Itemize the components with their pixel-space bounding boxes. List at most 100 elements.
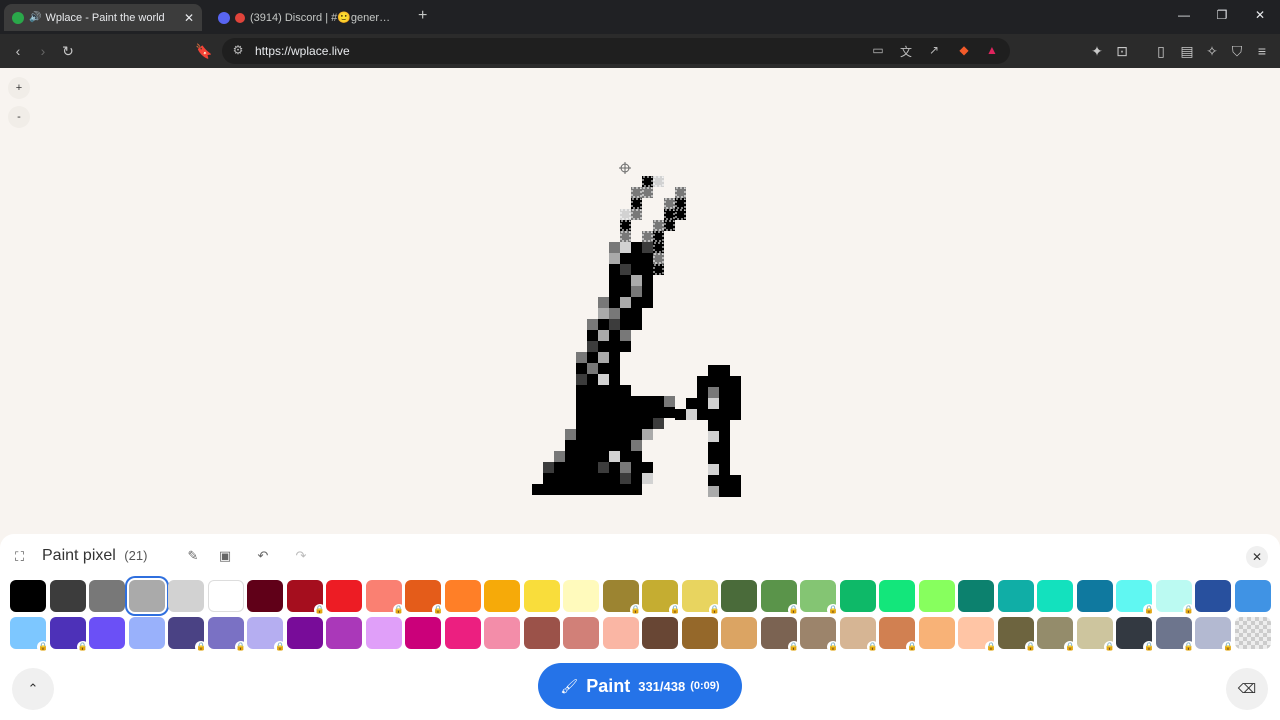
color-swatch[interactable] [563, 580, 599, 612]
color-swatch[interactable]: 🔒 [1116, 617, 1155, 653]
color-swatch[interactable]: 🔒 [800, 580, 839, 616]
color-swatch[interactable] [89, 617, 125, 649]
color-swatch[interactable] [286, 617, 323, 649]
share-icon[interactable]: ↗ [926, 43, 942, 57]
color-swatch[interactable] [642, 617, 678, 649]
color-swatch[interactable] [326, 617, 362, 649]
color-swatch[interactable]: 🔒 [207, 617, 247, 653]
tab-wplace[interactable]: 🔊 Wplace - Paint the world ✕ [4, 4, 202, 31]
color-swatch[interactable]: 🔒 [760, 580, 800, 616]
color-swatch[interactable]: 🔒 [247, 617, 286, 653]
expand-icon[interactable]: ⛶ [15, 549, 33, 564]
color-swatch[interactable] [1037, 580, 1073, 612]
color-swatch[interactable] [997, 580, 1034, 612]
color-swatch[interactable]: 🔒 [1195, 617, 1234, 653]
color-swatch[interactable] [89, 580, 125, 612]
eraser-button[interactable]: ⌫ [1226, 668, 1268, 710]
color-swatch[interactable]: 🔒 [1155, 580, 1195, 616]
color-swatch[interactable] [128, 617, 165, 649]
color-swatch[interactable]: 🔒 [642, 580, 681, 616]
color-swatch[interactable] [207, 580, 244, 612]
color-swatch[interactable] [918, 580, 955, 612]
color-swatch[interactable]: 🔒 [760, 617, 800, 653]
color-swatch[interactable] [484, 617, 520, 649]
color-swatch[interactable]: 🔒 [800, 617, 839, 653]
leo-ai-icon[interactable]: ✧ [1203, 42, 1221, 60]
color-swatch[interactable] [602, 617, 639, 649]
color-swatch[interactable] [523, 580, 560, 612]
color-swatch[interactable] [484, 580, 520, 612]
color-swatch[interactable] [721, 580, 757, 612]
back-icon[interactable]: ‹ [9, 42, 27, 60]
color-swatch[interactable]: 🔒 [958, 617, 997, 653]
collapse-button[interactable]: ⌃ [12, 668, 54, 710]
color-swatch[interactable]: 🔒 [1076, 617, 1116, 653]
color-swatch[interactable] [918, 617, 955, 649]
forward-icon[interactable]: › [34, 42, 52, 60]
site-settings-icon[interactable]: ⚙ [230, 43, 246, 57]
restore-button[interactable]: ❐ [1212, 8, 1232, 22]
pixel-art-drawing[interactable] [0, 68, 1280, 534]
color-swatch[interactable] [10, 580, 46, 612]
brave-shield-icon[interactable]: ◆ [956, 43, 972, 57]
color-swatch[interactable] [1234, 617, 1271, 649]
color-swatch[interactable] [879, 580, 915, 612]
window-close-button[interactable]: ✕ [1250, 8, 1270, 22]
reload-icon[interactable]: ↻ [59, 42, 77, 60]
color-swatch[interactable] [128, 580, 165, 612]
color-swatch[interactable] [405, 617, 441, 649]
color-swatch[interactable] [444, 617, 481, 649]
cast-icon[interactable]: ▭ [870, 43, 886, 57]
eyedropper-icon[interactable]: ✎ [184, 548, 202, 564]
paint-button[interactable]: 🖌 Paint 331/438 (0:09) [538, 663, 742, 709]
new-tab-button[interactable]: + [418, 7, 427, 25]
close-tab-icon[interactable]: ✕ [184, 11, 194, 25]
color-swatch[interactable]: 🔒 [286, 580, 326, 616]
color-swatch[interactable]: 🔒 [1155, 617, 1195, 653]
address-bar[interactable]: ⚙ https://wplace.live ▭ 文 ↗ ◆ ▲ [222, 38, 1010, 64]
color-swatch[interactable] [523, 617, 560, 649]
color-swatch[interactable] [365, 617, 402, 649]
url-text[interactable]: https://wplace.live [255, 44, 350, 58]
speaker-icon[interactable]: 🔊 [29, 12, 41, 23]
color-swatch[interactable]: 🔒 [1116, 580, 1155, 616]
color-swatch[interactable]: 🔒 [839, 617, 879, 653]
color-swatch[interactable] [1195, 580, 1231, 612]
color-swatch[interactable]: 🔒 [681, 580, 721, 616]
color-swatch[interactable] [168, 580, 204, 612]
color-swatch[interactable] [563, 617, 599, 649]
color-swatch[interactable] [958, 580, 994, 612]
color-swatch[interactable]: 🔒 [1037, 617, 1076, 653]
color-swatch[interactable]: 🔒 [602, 580, 642, 616]
wallet-icon[interactable]: ▤ [1178, 42, 1196, 60]
vpn-icon[interactable]: ⛉ [1228, 42, 1246, 60]
color-swatch[interactable] [721, 617, 757, 649]
close-panel-button[interactable]: ✕ [1246, 546, 1268, 568]
color-swatch[interactable]: 🔒 [49, 617, 89, 653]
color-swatch[interactable] [681, 617, 718, 649]
color-swatch[interactable] [1076, 580, 1113, 612]
color-swatch[interactable]: 🔒 [879, 617, 918, 653]
translate-icon[interactable]: 文 [898, 43, 914, 60]
image-icon[interactable]: ▣ [216, 548, 234, 564]
extensions-icon[interactable]: ✦ [1088, 42, 1106, 60]
menu-icon[interactable]: ≡ [1253, 42, 1271, 60]
minimize-button[interactable]: — [1174, 8, 1194, 22]
screenshot-icon[interactable]: ⊡ [1113, 42, 1131, 60]
color-swatch[interactable] [49, 580, 86, 612]
color-swatch[interactable] [247, 580, 283, 612]
tab-discord[interactable]: (3914) Discord | #🙂general🙂 | [210, 4, 400, 31]
color-swatch[interactable] [1234, 580, 1271, 612]
color-swatch[interactable]: 🔒 [168, 617, 207, 653]
color-swatch[interactable]: 🔒 [405, 580, 444, 616]
color-swatch[interactable] [839, 580, 876, 612]
color-swatch[interactable]: 🔒 [10, 617, 49, 653]
brave-rewards-icon[interactable]: ▲ [984, 43, 1000, 57]
bookmark-icon[interactable]: 🔖 [195, 42, 213, 60]
paint-canvas[interactable]: + - [0, 68, 1280, 534]
sidebar-icon[interactable]: ▯ [1152, 42, 1170, 60]
color-swatch[interactable] [326, 580, 362, 612]
color-swatch[interactable] [444, 580, 481, 612]
undo-icon[interactable]: ↶ [254, 548, 272, 564]
color-swatch[interactable]: 🔒 [997, 617, 1037, 653]
